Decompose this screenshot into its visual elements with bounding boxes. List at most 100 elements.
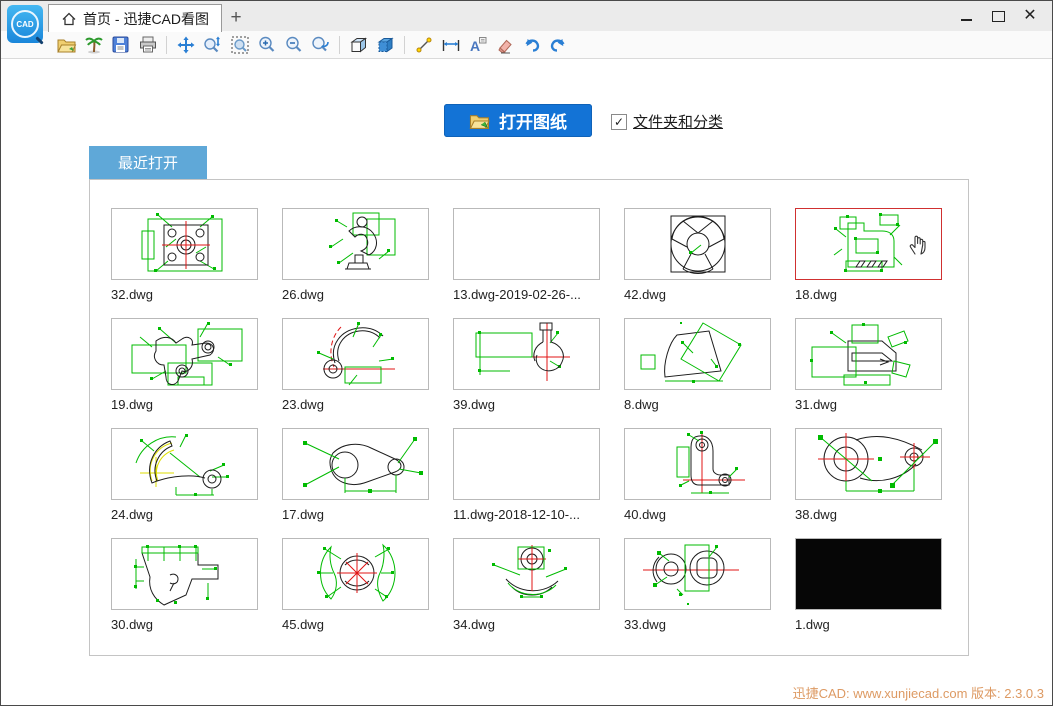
thumbnail-item[interactable]: 11.dwg-2018-12-10-... [453,428,600,524]
view-3d-wireframe-icon [350,37,368,53]
measure-button[interactable] [437,33,464,57]
thumbnail-filename: 33.dwg [624,617,666,632]
thumbnail-preview[interactable] [453,538,600,610]
thumbnail-preview[interactable] [795,428,942,500]
folder-category-label[interactable]: 文件夹和分类 [633,111,723,132]
view-3d-wireframe-button[interactable] [345,33,372,57]
maximize-button[interactable] [982,2,1014,30]
zoom-dynamic-icon [204,36,220,52]
cad-drawing-sketch [328,212,396,270]
thumbnail-preview[interactable] [795,318,942,390]
toolbar-separator [404,35,405,54]
tab-home[interactable]: 首页 - 迅捷CAD看图 [48,4,222,32]
text-tool-icon: A [470,36,487,54]
eraser-button[interactable] [491,33,518,57]
print-button[interactable] [134,33,161,57]
line-tool-icon [416,37,431,52]
zoom-previous-button[interactable] [307,33,334,57]
pan-button[interactable] [172,33,199,57]
thumbnail-preview[interactable] [624,428,771,500]
toolbar-separator [166,35,167,54]
svg-text:A: A [470,38,480,54]
new-tab-button[interactable]: + [223,5,249,30]
title-bar[interactable]: 首页 - 迅捷CAD看图 + ✕ [1,1,1052,32]
zoom-dynamic-button[interactable] [199,33,226,57]
zoom-in-button[interactable] [253,33,280,57]
thumbnail-item[interactable]: 8.dwg [624,318,771,414]
thumbnail-item[interactable]: 38.dwg [795,428,942,524]
thumbnail-preview[interactable] [795,208,942,280]
open-drawing-folder-icon [469,114,490,129]
thumbnail-item[interactable]: 31.dwg [795,318,942,414]
thumbnail-item[interactable]: 26.dwg [282,208,429,304]
thumbnail-preview[interactable] [453,428,600,500]
thumbnail-filename: 38.dwg [795,507,837,522]
cad-drawing-sketch [670,215,726,275]
zoom-previous-icon [312,36,329,51]
thumbnail-item[interactable]: 40.dwg [624,428,771,524]
image-browse-button[interactable] [80,33,107,57]
thumbnail-item[interactable]: 42.dwg [624,208,771,304]
thumbnail-item[interactable]: 13.dwg-2019-02-26-... [453,208,600,304]
thumbnail-preview[interactable] [111,208,258,280]
zoom-out-button[interactable] [280,33,307,57]
undo-button[interactable] [518,33,545,57]
thumbnail-preview[interactable] [282,428,429,500]
thumbnail-preview[interactable] [453,208,600,280]
thumbnail-preview[interactable] [624,538,771,610]
thumbnail-item[interactable]: 45.dwg [282,538,429,634]
thumbnail-item[interactable]: 24.dwg [111,428,258,524]
tab-recently-opened[interactable]: 最近打开 [89,146,207,179]
text-tool-button[interactable]: A [464,33,491,57]
thumbnail-preview[interactable] [111,318,258,390]
open-folder-button[interactable] [53,33,80,57]
cad-drawing-sketch [676,430,746,495]
cad-drawing-sketch [302,436,424,494]
folder-category-checkbox[interactable]: ✓ [611,113,627,130]
open-drawing-label: 打开图纸 [499,113,567,132]
thumbnail-filename: 40.dwg [624,507,666,522]
cad-drawing-sketch [133,544,219,606]
close-button[interactable]: ✕ [1014,2,1046,30]
thumbnail-preview[interactable] [453,318,600,390]
thumbnail-filename: 42.dwg [624,287,666,302]
thumbnail-item[interactable]: 30.dwg [111,538,258,634]
image-browse-icon [84,37,103,53]
zoom-window-button[interactable] [226,33,253,57]
thumbnail-item[interactable]: 19.dwg [111,318,258,414]
thumbnail-preview[interactable] [795,538,942,610]
thumbnail-preview[interactable] [111,428,258,500]
minimize-button[interactable] [950,2,982,30]
view-3d-solid-icon [377,37,394,52]
thumbnail-preview[interactable] [624,208,771,280]
thumbnail-item[interactable]: 33.dwg [624,538,771,634]
thumbnail-item[interactable]: 18.dwg [795,208,942,304]
cad-drawing-sketch [141,212,223,273]
thumbnail-item[interactable]: 17.dwg [282,428,429,524]
thumbnail-item[interactable]: 23.dwg [282,318,429,414]
footer-version-text: 迅捷CAD: www.xunjiecad.com 版本: 2.3.0.3 [792,686,1044,701]
thumbnail-preview[interactable] [282,318,429,390]
thumbnail-preview[interactable] [282,538,429,610]
toolbar-separator [339,35,340,54]
open-drawing-button[interactable]: 打开图纸 [444,104,592,137]
zoom-out-icon [285,36,301,52]
thumbnail-preview[interactable] [282,208,429,280]
thumbnail-item[interactable]: 39.dwg [453,318,600,414]
thumbnail-preview[interactable] [111,538,258,610]
save-button[interactable] [107,33,134,57]
app-window: 首页 - 迅捷CAD看图 + ✕ CAD A 打开图纸 ✓ 文件夹和分类 最近打… [0,0,1053,706]
print-icon [139,36,156,53]
view-3d-solid-button[interactable] [372,33,399,57]
thumbnail-filename: 11.dwg-2018-12-10-... [453,507,580,522]
thumbnail-preview[interactable] [624,318,771,390]
line-tool-button[interactable] [410,33,437,57]
redo-button[interactable] [545,33,572,57]
folder-category-option[interactable]: ✓ 文件夹和分类 [611,111,723,132]
thumbnail-item[interactable]: 32.dwg [111,208,258,304]
pan-icon [177,36,194,53]
cad-drawing-sketch [135,433,230,497]
thumbnail-item[interactable]: 34.dwg [453,538,600,634]
thumbnail-item[interactable]: 1.dwg [795,538,942,634]
thumbnail-filename: 24.dwg [111,507,153,522]
